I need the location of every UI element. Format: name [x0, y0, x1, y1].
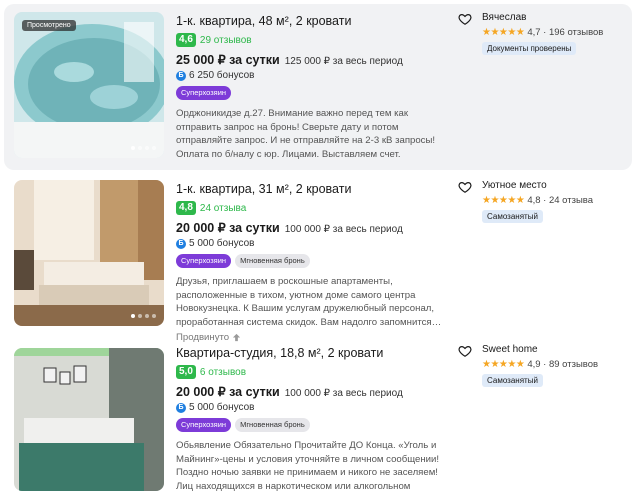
bonus-amount: 6 250 бонусов	[189, 70, 255, 81]
bonus-amount: 5 000 бонусов	[189, 402, 255, 413]
listing-card[interactable]: Квартира-студия, 18,8 м², 2 кровати 5,0 …	[4, 340, 632, 491]
heart-icon[interactable]	[458, 12, 472, 26]
studio-photo	[14, 348, 164, 491]
listing-description: Орджоникидзе д.27. Внимание важно перед …	[176, 108, 436, 160]
rating-score: 5,0	[176, 365, 196, 379]
listing-photo[interactable]	[14, 348, 164, 491]
total-price: 100 000 ₽ за весь период	[284, 224, 403, 235]
reviews-link[interactable]: 6 отзывов	[200, 367, 246, 378]
host-badge: Самозанятый	[482, 374, 543, 387]
listing-title[interactable]: 1-к. квартира, 48 м², 2 кровати	[176, 14, 446, 28]
listing-photo[interactable]: Просмотрено	[14, 12, 164, 158]
star-icon: ★★★★★	[482, 359, 525, 370]
bedroom-photo	[14, 180, 164, 326]
listing-description: Друзья, приглашаем в роскошные апартамен…	[176, 276, 442, 328]
listing-card[interactable]: Просмотрено 1-к. квартира, 48 м², 2 кров…	[4, 4, 632, 170]
listing-title[interactable]: 1-к. квартира, 31 м², 2 кровати	[176, 182, 446, 196]
jacuzzi-photo	[14, 12, 164, 158]
listing-title[interactable]: Квартира-студия, 18,8 м², 2 кровати	[176, 346, 446, 360]
price-per-night: 20 000 ₽ за сутки	[176, 385, 280, 399]
bonus-amount: 5 000 бонусов	[189, 238, 255, 249]
rating-score: 4,6	[176, 33, 196, 47]
instant-booking-tag: Мгновенная бронь	[235, 254, 310, 268]
reviews-link[interactable]: 29 отзывов	[200, 35, 252, 46]
heart-icon[interactable]	[458, 180, 472, 194]
listing-photo[interactable]	[14, 180, 164, 326]
total-price: 100 000 ₽ за весь период	[284, 388, 403, 399]
host-badge: Самозанятый	[482, 210, 543, 223]
host-rating: 4,9 · 89 отзывов	[527, 359, 599, 370]
price-per-night: 25 000 ₽ за сутки	[176, 53, 280, 67]
listing-card[interactable]: 1-к. квартира, 31 м², 2 кровати 4,8 24 о…	[4, 174, 632, 343]
star-icon: ★★★★★	[482, 195, 525, 206]
heart-icon[interactable]	[458, 344, 472, 358]
host-name[interactable]: Вячеслав	[482, 12, 627, 23]
superhost-tag: Суперхозяин	[176, 86, 232, 100]
host-badge: Документы проверены	[482, 42, 577, 55]
host-rating: 4,8 · 24 отзыва	[527, 195, 594, 206]
listing-description: Обьявление Обязательно Прочитайте ДО Кон…	[176, 440, 440, 491]
host-rating: 4,7 · 196 отзывов	[527, 27, 604, 38]
host-name[interactable]: Sweet home	[482, 344, 627, 355]
price-per-night: 20 000 ₽ за сутки	[176, 221, 280, 235]
superhost-tag: Суперхозяин	[176, 254, 232, 268]
bonus-icon: Б	[176, 70, 186, 81]
photo-dots	[131, 314, 156, 318]
superhost-tag: Суперхозяин	[176, 418, 232, 432]
viewed-badge: Просмотрено	[22, 20, 76, 31]
total-price: 125 000 ₽ за весь период	[284, 56, 403, 67]
host-name[interactable]: Уютное место	[482, 180, 627, 191]
reviews-link[interactable]: 24 отзыва	[200, 203, 246, 214]
star-icon: ★★★★★	[482, 27, 525, 38]
photo-dots	[131, 146, 156, 150]
instant-booking-tag: Мгновенная бронь	[235, 418, 310, 432]
bonus-icon: Б	[176, 402, 186, 413]
bonus-icon: Б	[176, 238, 186, 249]
rating-score: 4,8	[176, 201, 196, 215]
